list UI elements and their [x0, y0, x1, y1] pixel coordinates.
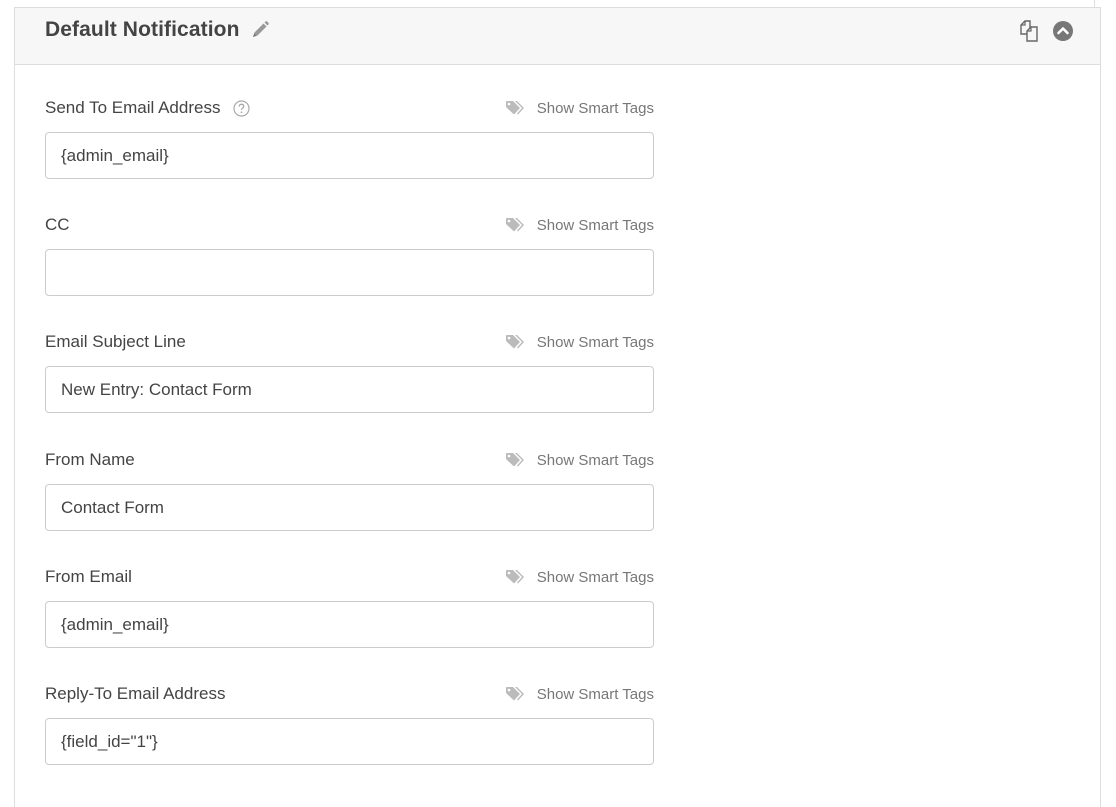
field-label-row: From Name Show Smart Tags	[45, 448, 654, 472]
header-actions	[1018, 20, 1074, 42]
field-label-row: From Email Show Smart Tags	[45, 565, 654, 589]
show-smart-tags-link[interactable]: Show Smart Tags	[505, 217, 654, 234]
chevron-up-circle-icon[interactable]	[1052, 20, 1074, 42]
field-cc: CC Show Smart Tags	[45, 213, 654, 296]
show-smart-tags-link[interactable]: Show Smart Tags	[505, 100, 654, 117]
field-from-email: From Email Show Smart Tags	[45, 565, 654, 648]
tag-icon	[505, 570, 524, 584]
field-from-name: From Name Show Smart Tags	[45, 448, 654, 531]
email-subject-input[interactable]	[45, 366, 654, 413]
field-label: Reply-To Email Address	[45, 684, 226, 703]
field-label: From Email	[45, 567, 132, 586]
clone-icon[interactable]	[1018, 20, 1040, 42]
smart-tags-text: Show Smart Tags	[536, 568, 654, 586]
field-label: CC	[45, 215, 70, 234]
smart-tags-text: Show Smart Tags	[536, 685, 654, 703]
smart-tags-text: Show Smart Tags	[536, 451, 654, 469]
field-label: From Name	[45, 450, 135, 469]
field-label-text: Send To Email Address	[45, 98, 221, 117]
show-smart-tags-link[interactable]: Show Smart Tags	[505, 334, 654, 351]
field-send-to-email: Send To Email Address Show Smart Tags	[45, 96, 654, 179]
smart-tags-text: Show Smart Tags	[536, 216, 654, 234]
notification-header[interactable]: Default Notification	[15, 8, 1100, 65]
help-icon[interactable]	[233, 99, 251, 117]
from-name-input[interactable]	[45, 484, 654, 531]
notification-title: Default Notification	[45, 18, 270, 42]
top-strip	[0, 0, 1116, 7]
field-label: Email Subject Line	[45, 332, 186, 351]
show-smart-tags-link[interactable]: Show Smart Tags	[505, 686, 654, 703]
notification-panel: Default Notification Send To Email Addre…	[14, 7, 1101, 807]
top-divider	[1094, 0, 1095, 7]
tag-icon	[505, 101, 524, 115]
field-reply-to: Reply-To Email Address Show Smart Tags	[45, 682, 654, 765]
show-smart-tags-link[interactable]: Show Smart Tags	[505, 452, 654, 469]
send-to-email-input[interactable]	[45, 132, 654, 179]
field-label-row: CC Show Smart Tags	[45, 213, 654, 237]
reply-to-input[interactable]	[45, 718, 654, 765]
smart-tags-text: Show Smart Tags	[536, 99, 654, 117]
show-smart-tags-link[interactable]: Show Smart Tags	[505, 569, 654, 586]
field-label-row: Email Subject Line Show Smart Tags	[45, 330, 654, 354]
smart-tags-text: Show Smart Tags	[536, 333, 654, 351]
field-label-row: Send To Email Address Show Smart Tags	[45, 96, 654, 120]
tag-icon	[505, 335, 524, 349]
tag-icon	[505, 218, 524, 232]
tag-icon	[505, 453, 524, 467]
field-email-subject: Email Subject Line Show Smart Tags	[45, 330, 654, 413]
cc-input[interactable]	[45, 249, 654, 296]
from-email-input[interactable]	[45, 601, 654, 648]
tag-icon	[505, 687, 524, 701]
notification-title-text: Default Notification	[45, 18, 240, 41]
pencil-icon[interactable]	[250, 20, 270, 40]
field-label-row: Reply-To Email Address Show Smart Tags	[45, 682, 654, 706]
field-label: Send To Email Address	[45, 98, 251, 118]
